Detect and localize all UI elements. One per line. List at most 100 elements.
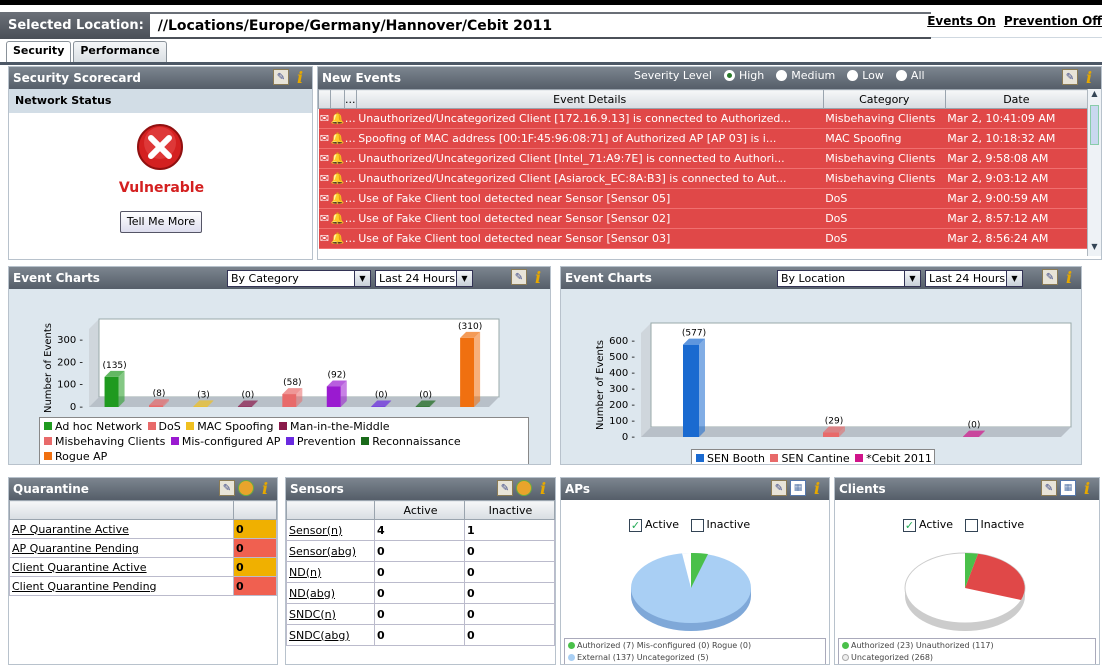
legend-item: Misbehaving Clients: [42, 435, 169, 448]
severity-all-radio[interactable]: [895, 70, 907, 81]
event-category: Misbehaving Clients: [823, 108, 946, 129]
pie-chart-icon[interactable]: [516, 480, 532, 496]
event-details[interactable]: Use of Fake Client tool detected near Se…: [356, 228, 824, 249]
sensor-link[interactable]: Sensor(n): [286, 519, 375, 541]
category-column-header[interactable]: Category: [822, 89, 946, 109]
scroll-thumb[interactable]: [1090, 105, 1099, 145]
event-details[interactable]: Unauthorized/Uncategorized Client [172.1…: [356, 108, 824, 129]
panel-title: New Events: [322, 71, 402, 85]
scroll-up-icon[interactable]: ▲: [1088, 89, 1101, 103]
severity-low-radio[interactable]: [847, 70, 859, 81]
event-row[interactable]: ✉ 🔔… Use of Fake Client tool detected near…: [318, 188, 1088, 209]
edit-icon[interactable]: ✎: [497, 480, 513, 496]
legend-swatch: [44, 452, 52, 460]
clients-inactive-checkbox[interactable]: ✓: [964, 518, 978, 532]
legend-label: Reconnaissance: [372, 435, 461, 448]
chevron-down-icon[interactable]: ▼: [456, 271, 472, 286]
edit-icon[interactable]: ✎: [771, 480, 787, 496]
edit-icon[interactable]: ✎: [511, 269, 527, 285]
sensor-link[interactable]: ND(abg): [286, 582, 375, 604]
scroll-down-icon[interactable]: ▼: [1088, 242, 1101, 256]
bell-icon: 🔔: [330, 148, 345, 169]
edit-icon[interactable]: ✎: [273, 69, 289, 85]
event-row[interactable]: ✉ 🔔… Use of Fake Client tool detected near…: [318, 228, 1088, 249]
bar: [683, 344, 699, 437]
legend-swatch: [147, 422, 156, 430]
table-icon[interactable]: ▦: [790, 480, 806, 496]
chevron-down-icon[interactable]: ▼: [904, 271, 920, 286]
prevention-off-link[interactable]: Prevention Off: [1004, 14, 1102, 28]
quarantine-link[interactable]: AP Quarantine Pending: [9, 538, 234, 558]
event-details[interactable]: Use of Fake Client tool detected near Se…: [356, 188, 824, 209]
info-icon[interactable]: i: [530, 268, 546, 287]
tell-me-more-button[interactable]: Tell Me More: [120, 211, 202, 233]
info-icon[interactable]: i: [809, 479, 825, 498]
mail-column-header[interactable]: [318, 89, 331, 109]
edit-icon[interactable]: ✎: [219, 480, 235, 496]
mail-icon: ✉: [318, 148, 331, 169]
severity-high-radio[interactable]: [723, 70, 735, 81]
edit-icon[interactable]: ✎: [1042, 269, 1058, 285]
bell-column-header[interactable]: [330, 89, 345, 109]
sensor-link[interactable]: Sensor(abg): [286, 540, 375, 562]
data-label: (310): [458, 322, 482, 332]
event-details[interactable]: Unauthorized/Uncategorized Client [Intel…: [356, 148, 824, 169]
legend-label: Ad hoc Network: [55, 420, 142, 433]
sensor-link[interactable]: ND(n): [286, 561, 375, 583]
legend-item: Prevention: [284, 435, 359, 448]
chevron-down-icon[interactable]: ▼: [354, 271, 370, 286]
aps-inactive-checkbox[interactable]: ✓: [690, 518, 704, 532]
severity-label: Severity Level: [634, 69, 712, 82]
quarantine-link[interactable]: AP Quarantine Active: [9, 519, 234, 539]
group-by-select[interactable]: By Category ▼: [227, 270, 371, 287]
more-column-header[interactable]: ...: [343, 89, 357, 109]
period-select[interactable]: Last 24 Hours ▼: [375, 270, 473, 287]
tab-security[interactable]: Security: [6, 41, 72, 63]
event-row[interactable]: ✉ 🔔… Unauthorized/Uncategorized Client [17…: [318, 108, 1088, 129]
sensor-link[interactable]: SNDC(n): [286, 603, 375, 625]
edit-icon[interactable]: ✎: [1062, 69, 1078, 85]
table-icon[interactable]: ▦: [1060, 480, 1076, 496]
event-row[interactable]: ✉ 🔔… Spoofing of MAC address [00:1F:45:96:…: [318, 128, 1088, 149]
event-row[interactable]: ✉ 🔔… Use of Fake Client tool detected near…: [318, 208, 1088, 229]
location-path[interactable]: //Locations/Europe/Germany/Hannover/Cebi…: [149, 14, 931, 37]
aps-active-checkbox[interactable]: ✓: [629, 518, 642, 532]
date-column-header[interactable]: Date: [944, 89, 1089, 109]
event-details-column-header[interactable]: Event Details: [355, 89, 824, 109]
info-icon[interactable]: i: [257, 479, 273, 498]
aps-panel: APs ✎▦i ✓Active ✓Inactive Authorized (7)…: [560, 477, 830, 665]
info-icon[interactable]: i: [1079, 479, 1095, 498]
legend-item: SEN Booth: [694, 452, 768, 464]
y-tick-label: 300 -: [57, 335, 83, 346]
event-row[interactable]: ✉ 🔔… Unauthorized/Uncategorized Client [In…: [318, 148, 1088, 169]
clients-active-checkbox[interactable]: ✓: [903, 518, 916, 532]
legend-item: DoS: [146, 420, 185, 433]
event-details[interactable]: Unauthorized/Uncategorized Client [Asiar…: [356, 168, 824, 189]
y-tick-label: 0 -: [622, 432, 636, 443]
severity-medium-radio[interactable]: [776, 70, 788, 81]
group-by-select[interactable]: By Location ▼: [777, 270, 921, 287]
info-icon[interactable]: i: [1081, 68, 1097, 87]
events-scrollbar[interactable]: ▲ ▼: [1087, 89, 1101, 256]
info-icon[interactable]: i: [292, 68, 308, 87]
quarantine-link[interactable]: Client Quarantine Active: [9, 557, 234, 577]
sensor-link[interactable]: SNDC(abg): [286, 624, 375, 646]
quarantine-panel: Quarantine ✎ i AP Quarantine Active 0 AP Qu…: [8, 477, 278, 665]
info-icon[interactable]: i: [1061, 268, 1077, 287]
chevron-down-icon[interactable]: ▼: [1006, 271, 1022, 286]
event-row[interactable]: ✉ 🔔… Unauthorized/Uncategorized Client [As…: [318, 168, 1088, 189]
aps-inactive-label: Inactive: [706, 518, 751, 531]
data-label: (92): [328, 370, 346, 380]
quarantine-link[interactable]: Client Quarantine Pending: [9, 576, 234, 596]
period-select[interactable]: Last 24 Hours ▼: [925, 270, 1023, 287]
aps-legend-line1: Authorized (7) Mis-configured (0) Rogue …: [577, 641, 752, 650]
error-icon: [137, 124, 183, 170]
severity-high-label: High: [738, 69, 765, 82]
info-icon[interactable]: i: [535, 479, 551, 498]
events-on-link[interactable]: Events On: [927, 14, 996, 28]
event-details[interactable]: Spoofing of MAC address [00:1F:45:96:08:…: [356, 128, 824, 149]
event-details[interactable]: Use of Fake Client tool detected near Se…: [356, 208, 824, 229]
edit-icon[interactable]: ✎: [1041, 480, 1057, 496]
tab-performance[interactable]: Performance: [73, 41, 167, 63]
pie-chart-icon[interactable]: [238, 480, 254, 496]
